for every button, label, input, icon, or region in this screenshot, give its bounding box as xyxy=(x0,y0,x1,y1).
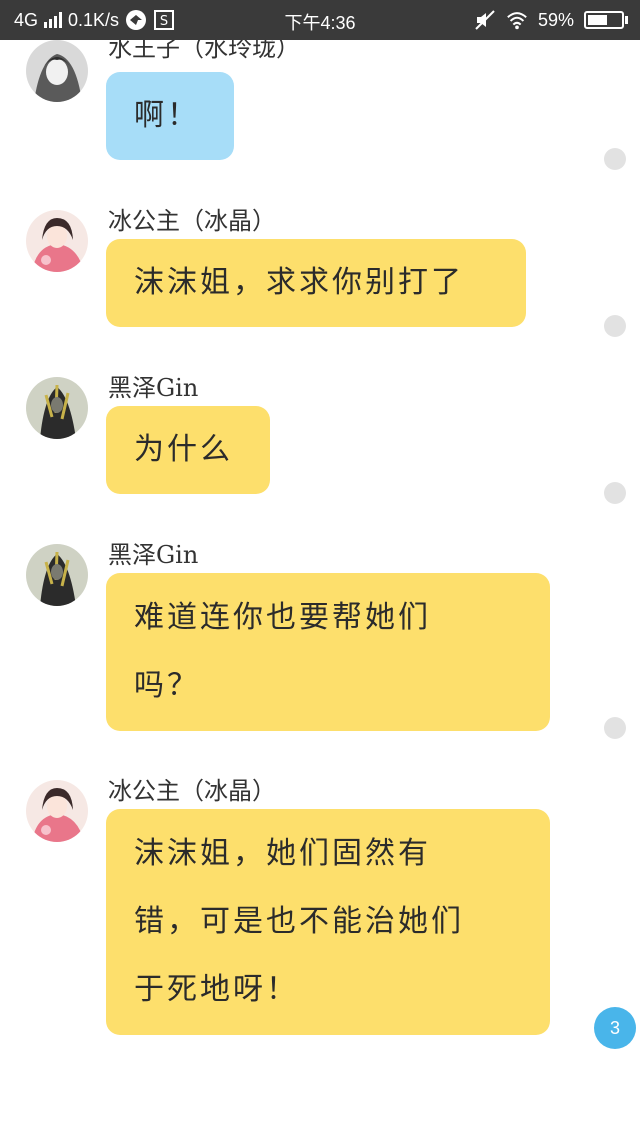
mute-icon xyxy=(475,10,495,30)
status-right: 59% xyxy=(474,9,628,31)
chat-list[interactable]: 水王子（水玲珑） 啊！ 冰公主（冰晶） 沫沫姐，求求你别打了 黑泽Gin 为什么… xyxy=(0,40,640,1138)
message-text: 错，可是也不能治她们 xyxy=(134,904,464,939)
message-text: 沫沫姐，她们固然有 xyxy=(134,836,431,871)
message-bubble[interactable]: 沫沫姐，求求你别打了 xyxy=(106,239,526,327)
avatar[interactable] xyxy=(26,377,88,439)
avatar[interactable] xyxy=(26,544,88,606)
sender-name: 冰公主（冰晶） xyxy=(108,777,276,805)
message-text: 为什么 xyxy=(134,432,233,467)
message-text: 难道连你也要帮她们 xyxy=(134,600,431,635)
sender-name: 黑泽Gin xyxy=(108,374,199,402)
battery-percent: 59% xyxy=(537,9,574,30)
sender-name: 冰公主（冰晶） xyxy=(108,207,276,235)
message-text: 吗？ xyxy=(134,668,200,703)
avatar[interactable] xyxy=(26,40,88,102)
message-text: 沫沫姐，求求你别打了 xyxy=(134,265,464,300)
sender-name: 水王子（水玲珑） xyxy=(108,40,300,62)
avatar[interactable] xyxy=(26,780,88,842)
message-text: 啊！ xyxy=(134,98,200,133)
message-status-dot xyxy=(604,717,626,739)
message-status-dot xyxy=(604,148,626,170)
chat-message: 黑泽Gin 为什么 xyxy=(0,372,640,542)
battery-icon xyxy=(584,11,628,29)
message-bubble[interactable]: 为什么 xyxy=(106,406,270,494)
message-status-dot xyxy=(604,482,626,504)
avatar[interactable] xyxy=(26,210,88,272)
status-bar: 4G 0.1K/s S 下午4:36 59% xyxy=(0,0,640,40)
sender-name: 黑泽Gin xyxy=(108,541,199,569)
chat-message: 冰公主（冰晶） 沫沫姐，她们固然有 错，可是也不能治她们 于死地呀！ 3 xyxy=(0,775,640,1049)
message-text: 于死地呀！ xyxy=(134,972,299,1007)
chat-message: 黑泽Gin 难道连你也要帮她们 吗？ xyxy=(0,539,640,739)
message-bubble[interactable]: 啊！ xyxy=(106,72,234,160)
message-bubble[interactable]: 难道连你也要帮她们 吗？ xyxy=(106,573,550,731)
message-bubble[interactable]: 沫沫姐，她们固然有 错，可是也不能治她们 于死地呀！ xyxy=(106,809,550,1035)
wifi-icon xyxy=(507,12,527,30)
unread-count-badge[interactable]: 3 xyxy=(594,1007,636,1049)
message-status-dot xyxy=(604,315,626,337)
chat-message: 水王子（水玲珑） 啊！ xyxy=(0,40,640,210)
chat-message: 冰公主（冰晶） 沫沫姐，求求你别打了 xyxy=(0,205,640,375)
